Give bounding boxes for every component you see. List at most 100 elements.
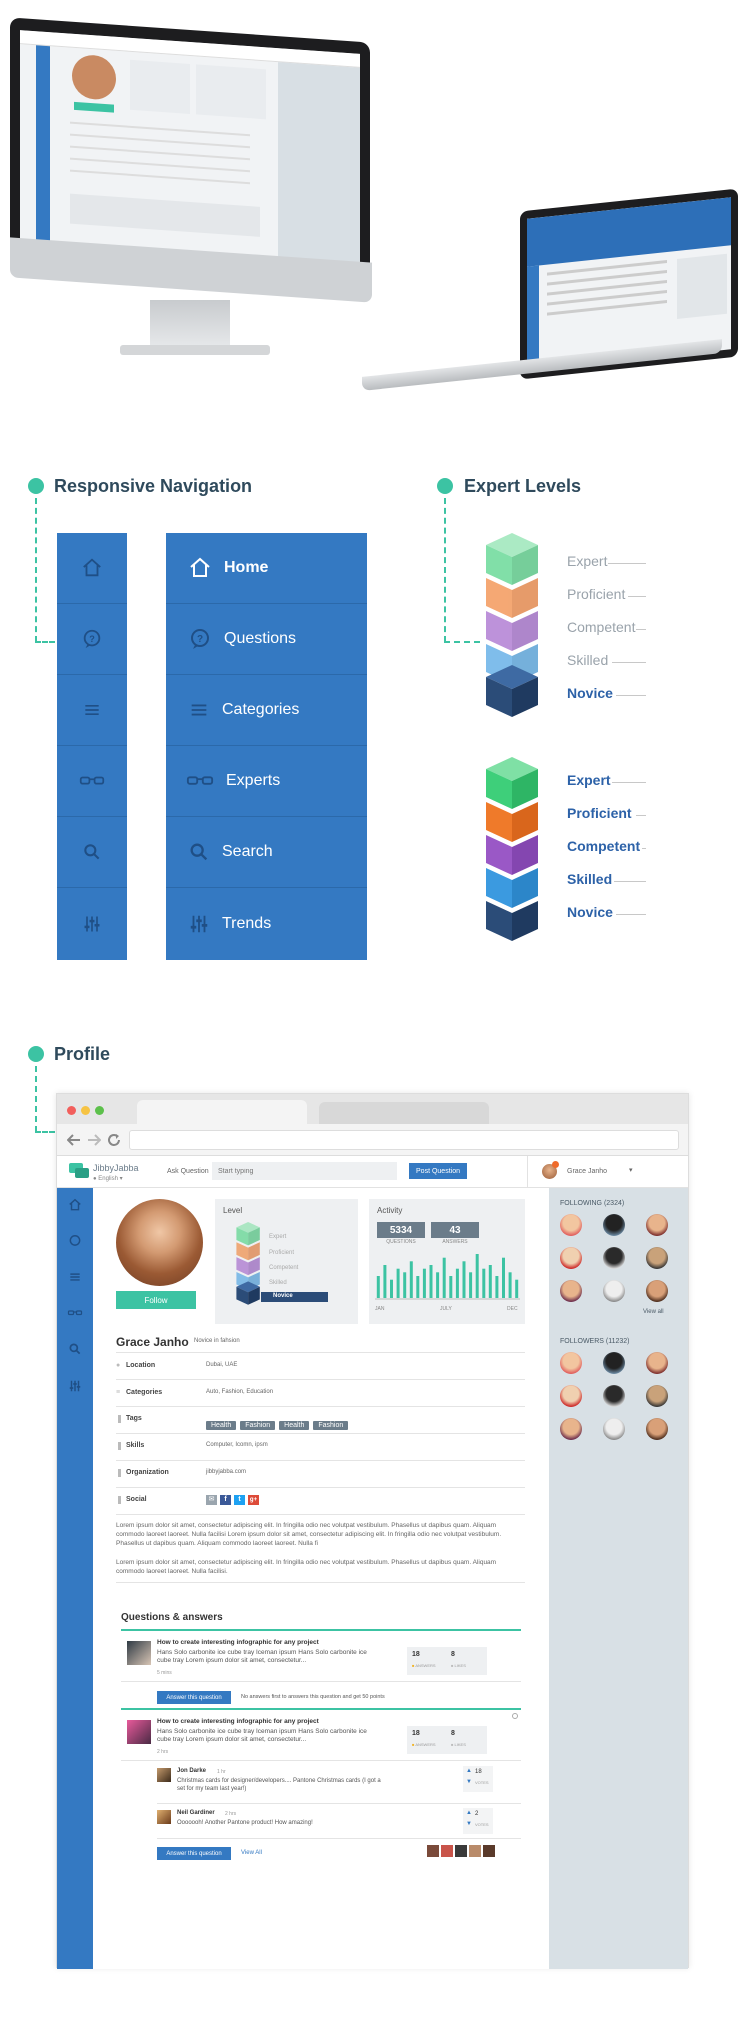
sliders-icon[interactable] xyxy=(68,1379,82,1393)
twitter-icon[interactable]: t xyxy=(234,1495,245,1505)
nav-item-trends[interactable]: Trends xyxy=(166,888,367,959)
level-card-title: Level xyxy=(223,1206,243,1215)
brand-name[interactable]: JibbyJabba xyxy=(93,1163,139,1173)
window-maximize-dot[interactable] xyxy=(95,1106,104,1115)
user-avatar[interactable] xyxy=(603,1280,625,1302)
questions-stat-label: QUESTIONS xyxy=(386,1239,416,1245)
home-icon xyxy=(83,558,101,577)
reply-avatar xyxy=(157,1768,171,1782)
search-icon[interactable] xyxy=(68,1342,82,1356)
answers-label-text: ANSWERS xyxy=(415,1742,436,1747)
user-avatar[interactable] xyxy=(603,1418,625,1440)
collapsed-nav-trends[interactable] xyxy=(57,888,127,959)
forward-arrow-icon[interactable] xyxy=(87,1134,101,1146)
user-avatar[interactable] xyxy=(560,1352,582,1374)
user-avatar[interactable] xyxy=(560,1214,582,1236)
browser-tab-inactive[interactable] xyxy=(319,1102,489,1124)
reload-icon[interactable] xyxy=(107,1133,121,1147)
answer-question-button[interactable]: Answer this question xyxy=(157,1691,231,1704)
field-value: Dubai, UAE xyxy=(206,1362,238,1368)
qa-card-2: How to create interesting infographic fo… xyxy=(121,1708,521,1944)
svg-text:?: ? xyxy=(89,634,95,644)
answerer-avatar[interactable] xyxy=(483,1845,495,1857)
reply-author[interactable]: Jon Darke xyxy=(177,1768,206,1774)
collapsed-nav-experts[interactable] xyxy=(57,746,127,817)
nav-item-questions[interactable]: ? Questions xyxy=(166,604,367,675)
collapsed-nav-search[interactable] xyxy=(57,817,127,888)
user-avatar[interactable] xyxy=(646,1418,668,1440)
answerer-avatar[interactable] xyxy=(455,1845,467,1857)
view-all-following-link[interactable]: View all xyxy=(643,1309,664,1315)
tag-chip[interactable]: Fashion xyxy=(240,1421,276,1430)
tag-chip[interactable]: Health xyxy=(206,1421,237,1430)
question-title[interactable]: How to create interesting infographic fo… xyxy=(157,1639,319,1646)
glasses-icon[interactable] xyxy=(67,1308,83,1318)
upvote-icon[interactable]: ▲ xyxy=(466,1768,472,1774)
view-all-answers-link[interactable]: View All xyxy=(241,1850,262,1856)
back-arrow-icon[interactable] xyxy=(67,1134,81,1146)
user-avatar[interactable] xyxy=(603,1247,625,1269)
chevron-down-icon[interactable]: ▾ xyxy=(629,1166,633,1174)
header-user-name[interactable]: Grace Janho xyxy=(567,1168,607,1175)
email-icon[interactable]: ✉ xyxy=(206,1495,217,1505)
user-avatar[interactable] xyxy=(646,1247,668,1269)
hero-devices xyxy=(0,0,750,400)
nav-item-experts[interactable]: Experts xyxy=(166,746,367,817)
home-icon[interactable] xyxy=(68,1198,82,1212)
expand-icon[interactable] xyxy=(512,1713,518,1719)
user-avatar[interactable] xyxy=(560,1280,582,1302)
profile-field-organization: Organization jibbyjabba.com xyxy=(116,1469,525,1483)
mini-level-proficient: Proficient xyxy=(269,1250,295,1256)
nav-item-categories[interactable]: Categories xyxy=(166,675,367,746)
user-avatar[interactable] xyxy=(603,1352,625,1374)
language-select[interactable]: ● English ▾ xyxy=(93,1175,123,1182)
app-sidebar xyxy=(57,1188,93,1969)
question-bubble-icon: ? xyxy=(83,629,101,649)
level-line xyxy=(612,662,646,663)
user-avatar[interactable] xyxy=(560,1247,582,1269)
level-line xyxy=(616,695,646,696)
answers-label: ■ ANSWERS xyxy=(412,1742,436,1747)
google-plus-icon[interactable]: g+ xyxy=(248,1495,259,1505)
answerer-avatar[interactable] xyxy=(469,1845,481,1857)
facebook-icon[interactable]: f xyxy=(220,1495,231,1505)
nav-item-search[interactable]: Search xyxy=(166,817,367,888)
tag-chip[interactable]: Fashion xyxy=(313,1421,349,1430)
collapsed-nav-home[interactable] xyxy=(57,533,127,604)
collapsed-nav-categories[interactable] xyxy=(57,675,127,746)
activity-bar xyxy=(442,1257,446,1298)
user-avatar[interactable] xyxy=(646,1214,668,1236)
nav-item-label: Questions xyxy=(224,630,297,647)
tag-chip[interactable]: Health xyxy=(279,1421,310,1430)
user-avatar[interactable] xyxy=(560,1385,582,1407)
notification-badge[interactable] xyxy=(552,1161,559,1168)
ask-question-input[interactable] xyxy=(212,1162,397,1180)
post-question-button[interactable]: Post Question xyxy=(409,1163,467,1179)
menu-lines-icon[interactable] xyxy=(68,1270,82,1284)
answerer-avatar[interactable] xyxy=(441,1845,453,1857)
question-title[interactable]: How to create interesting infographic fo… xyxy=(157,1718,319,1725)
user-avatar[interactable] xyxy=(646,1385,668,1407)
reply-author[interactable]: Neil Gardiner xyxy=(177,1810,215,1816)
follow-button[interactable]: Follow xyxy=(116,1291,196,1309)
address-bar[interactable] xyxy=(129,1130,679,1150)
collapsed-nav: ? xyxy=(57,533,127,960)
nav-item-home[interactable]: Home xyxy=(166,533,367,604)
answerer-avatar[interactable] xyxy=(427,1845,439,1857)
user-avatar[interactable] xyxy=(603,1385,625,1407)
question-bubble-icon[interactable] xyxy=(68,1234,82,1248)
window-minimize-dot[interactable] xyxy=(81,1106,90,1115)
downvote-icon[interactable]: ▼ xyxy=(466,1779,472,1785)
upvote-icon[interactable]: ▲ xyxy=(466,1810,472,1816)
collapsed-nav-questions[interactable]: ? xyxy=(57,604,127,675)
user-avatar[interactable] xyxy=(603,1214,625,1236)
glasses-icon xyxy=(79,776,105,785)
user-avatar[interactable] xyxy=(646,1280,668,1302)
user-avatar[interactable] xyxy=(560,1418,582,1440)
user-avatar[interactable] xyxy=(646,1352,668,1374)
window-close-dot[interactable] xyxy=(67,1106,76,1115)
chat-bubbles-logo-icon xyxy=(69,1163,89,1178)
downvote-icon[interactable]: ▼ xyxy=(466,1821,472,1827)
answer-question-button[interactable]: Answer this question xyxy=(157,1847,231,1860)
browser-tab[interactable] xyxy=(137,1100,307,1124)
